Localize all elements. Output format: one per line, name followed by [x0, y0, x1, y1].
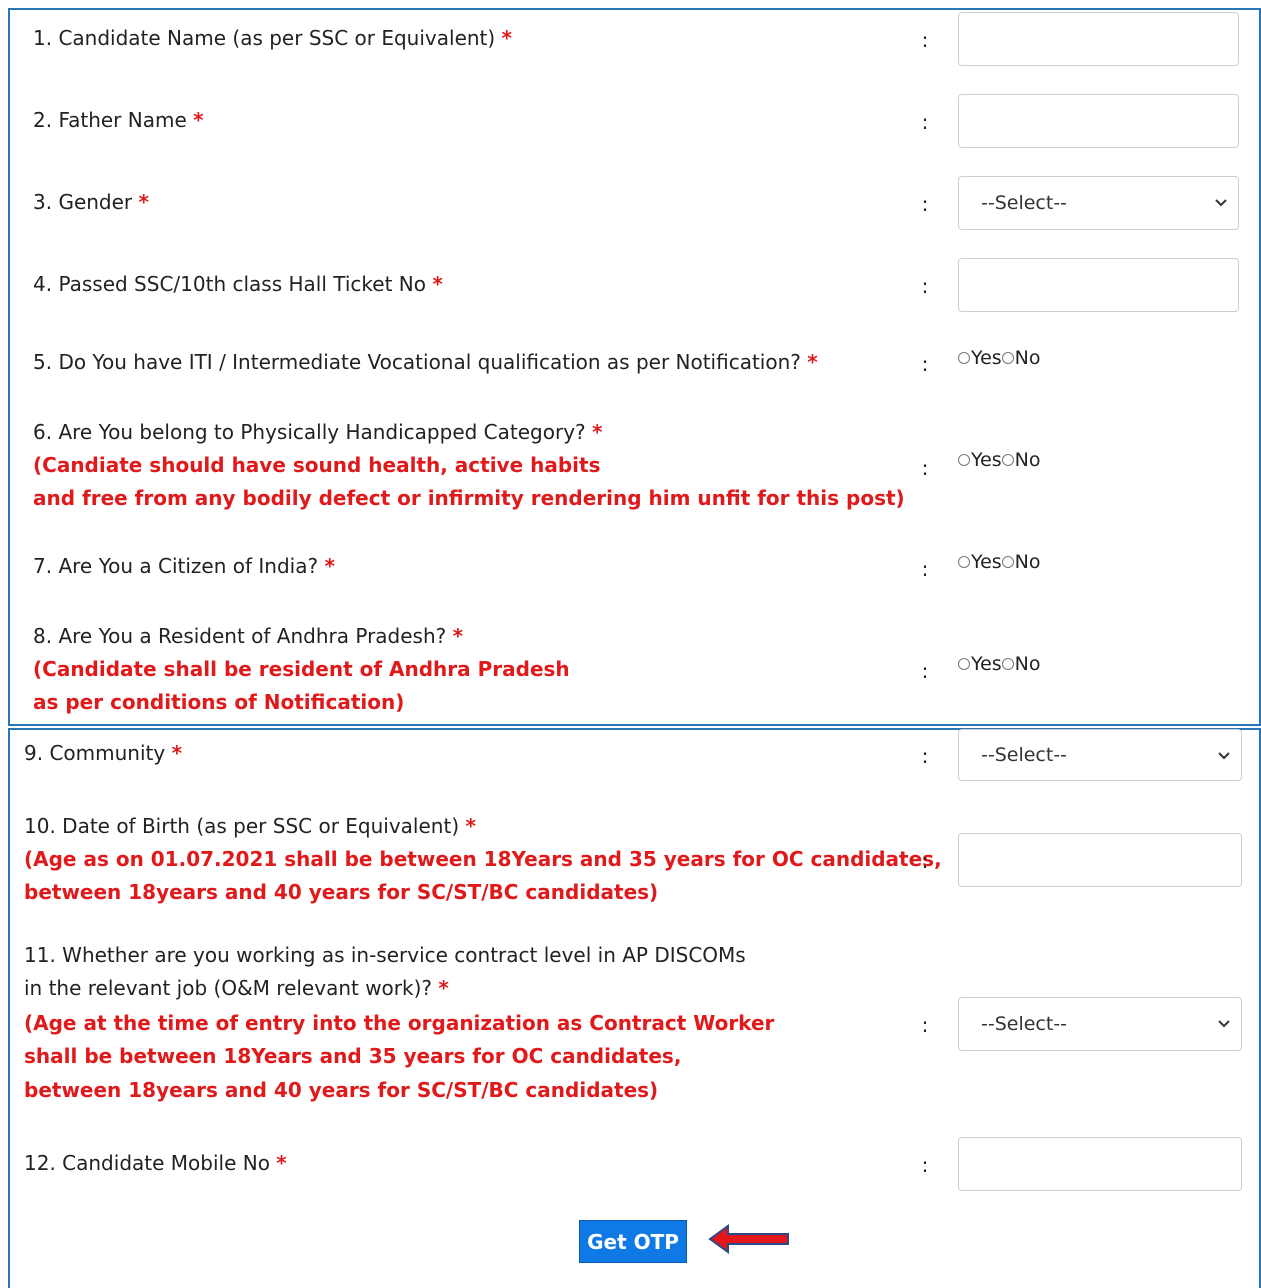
iti-qualification-label: 5. Do You have ITI / Intermediate Vocati… [33, 350, 818, 374]
required-mark: * [501, 26, 513, 50]
dob-note-line2: between 18years and 40 years for SC/ST/B… [24, 880, 659, 904]
hall-ticket-input[interactable] [958, 258, 1239, 312]
candidate-name-label: 1. Candidate Name (as per SSC or Equival… [33, 26, 513, 50]
dob-label: 10. Date of Birth (as per SSC or Equival… [24, 814, 476, 838]
no-label: No [1014, 347, 1041, 369]
colon: : [921, 557, 929, 581]
get-otp-button[interactable]: Get OTP [579, 1220, 687, 1263]
iti-qualification-radio-group: Yes No [958, 346, 1041, 370]
no-label: No [1014, 551, 1041, 573]
community-select[interactable]: --Select-- [958, 729, 1242, 781]
community-label: 9. Community * [24, 741, 183, 765]
hall-ticket-label: 4. Passed SSC/10th class Hall Ticket No … [33, 272, 443, 296]
resident-no-radio[interactable] [1001, 658, 1014, 670]
colon: : [921, 192, 929, 216]
in-service-note-line1: (Age at the time of entry into the organ… [24, 1011, 775, 1035]
father-name-input[interactable] [958, 94, 1239, 148]
colon: : [921, 849, 929, 873]
no-label: No [1014, 653, 1041, 675]
colon: : [921, 659, 929, 683]
required-mark: * [138, 190, 149, 214]
in-service-label-line2: in the relevant job (O&M relevant work)?… [24, 976, 449, 1000]
colon: : [921, 28, 929, 52]
arrow-left-icon [708, 1224, 789, 1254]
yes-label: Yes [971, 653, 1002, 675]
gender-select-value: --Select-- [981, 192, 1068, 214]
required-mark: * [193, 108, 204, 132]
mobile-input[interactable] [958, 1137, 1242, 1191]
in-service-note-line3: between 18years and 40 years for SC/ST/B… [24, 1078, 659, 1102]
citizen-yes-radio[interactable] [958, 556, 970, 568]
in-service-note-line2: shall be between 18Years and 35 years fo… [24, 1044, 682, 1068]
colon: : [921, 1153, 929, 1177]
no-label: No [1014, 449, 1041, 471]
colon: : [921, 1013, 929, 1037]
resident-note-line2: as per conditions of Notification) [33, 690, 405, 714]
iti-yes-radio[interactable] [958, 352, 970, 364]
resident-note-line1: (Candidate shall be resident of Andhra P… [33, 657, 570, 681]
colon: : [921, 744, 929, 768]
required-mark: * [432, 272, 443, 296]
gender-label: 3. Gender * [33, 190, 149, 214]
required-mark: * [438, 976, 449, 1000]
required-mark: * [807, 350, 818, 374]
colon: : [921, 274, 929, 298]
gender-select[interactable]: --Select-- [958, 176, 1239, 230]
resident-label: 8. Are You a Resident of Andhra Pradesh?… [33, 624, 464, 648]
resident-radio-group: Yes No [958, 652, 1041, 676]
candidate-name-input[interactable] [958, 12, 1239, 66]
colon: : [921, 110, 929, 134]
citizen-no-radio[interactable] [1001, 556, 1014, 568]
resident-yes-radio[interactable] [958, 658, 970, 670]
required-mark: * [592, 420, 603, 444]
chevron-down-icon [1218, 752, 1230, 760]
citizen-label: 7. Are You a Citizen of India? * [33, 554, 335, 578]
in-service-select-value: --Select-- [981, 1013, 1068, 1035]
in-service-select[interactable]: --Select-- [958, 997, 1242, 1051]
dob-note-line1: (Age as on 01.07.2021 shall be between 1… [24, 847, 942, 871]
community-select-value: --Select-- [981, 744, 1068, 766]
physically-handicapped-radio-group: Yes No [958, 448, 1041, 472]
ph-no-radio[interactable] [1001, 454, 1014, 466]
yes-label: Yes [971, 449, 1002, 471]
required-mark: * [324, 554, 335, 578]
physically-handicapped-note-line2: and free from any bodily defect or infir… [33, 486, 905, 510]
mobile-label: 12. Candidate Mobile No * [24, 1151, 287, 1175]
yes-label: Yes [971, 551, 1002, 573]
colon: : [921, 352, 929, 376]
citizen-radio-group: Yes No [958, 550, 1041, 574]
required-mark: * [465, 814, 476, 838]
physically-handicapped-label: 6. Are You belong to Physically Handicap… [33, 420, 603, 444]
colon: : [921, 456, 929, 480]
father-name-label: 2. Father Name * [33, 108, 204, 132]
physically-handicapped-note-line1: (Candiate should have sound health, acti… [33, 453, 601, 477]
chevron-down-icon [1218, 1020, 1230, 1028]
required-mark: * [276, 1151, 287, 1175]
dob-input[interactable] [958, 833, 1242, 887]
required-mark: * [171, 741, 183, 765]
ph-yes-radio[interactable] [958, 454, 970, 466]
chevron-down-icon [1215, 199, 1227, 207]
yes-label: Yes [971, 347, 1002, 369]
in-service-label-line1: 11. Whether are you working as in-servic… [24, 943, 746, 967]
required-mark: * [452, 624, 464, 648]
iti-no-radio[interactable] [1001, 352, 1014, 364]
